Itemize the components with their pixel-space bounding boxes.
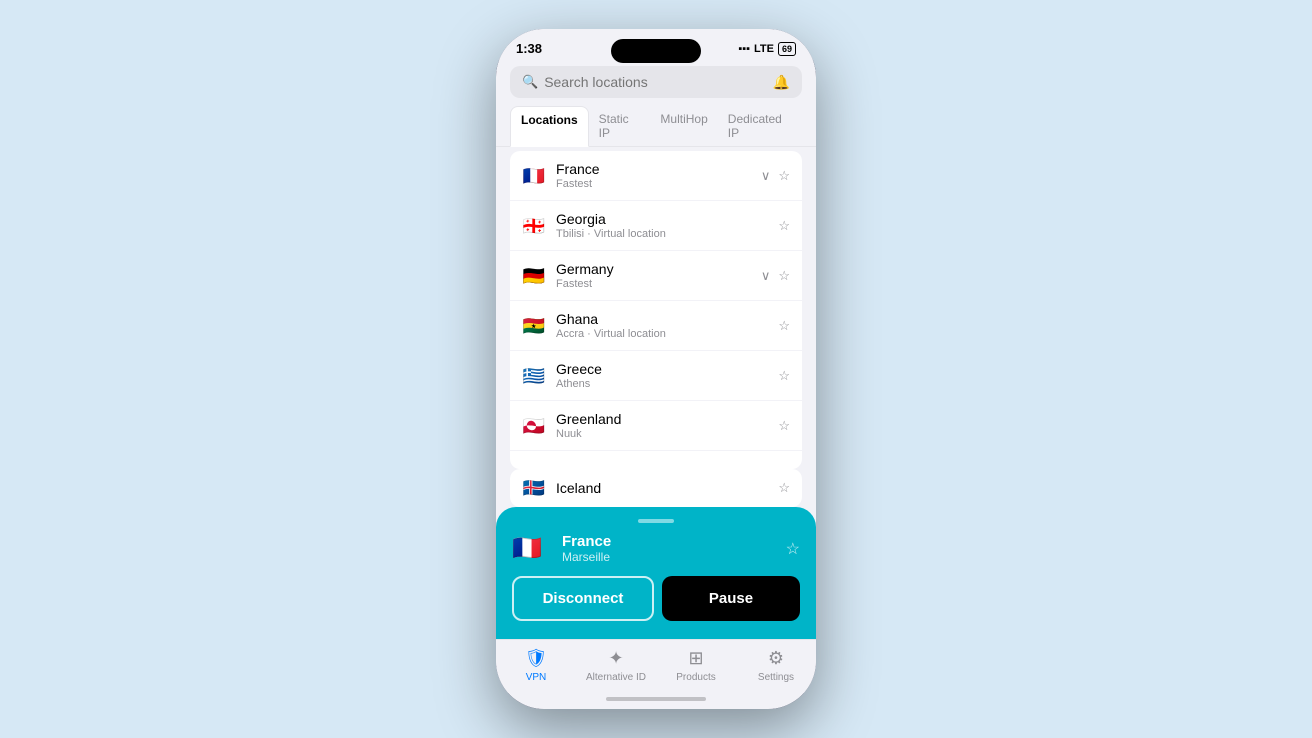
- card-star-icon[interactable]: ☆: [786, 539, 800, 559]
- location-name: Greece: [556, 361, 778, 377]
- vpn-label: VPN: [526, 672, 547, 683]
- list-item[interactable]: 🇬🇷 Greece Athens ☆: [510, 351, 802, 401]
- expand-icon[interactable]: ∨: [761, 268, 771, 284]
- flag-greece: 🇬🇷: [522, 367, 546, 385]
- products-icon: ⊞: [688, 648, 703, 669]
- location-name: Germany: [556, 261, 761, 277]
- star-icon[interactable]: ☆: [778, 318, 790, 334]
- location-actions: ∨ ☆: [761, 268, 790, 284]
- star-icon[interactable]: ☆: [778, 418, 790, 434]
- iceland-peek: 🇮🇸 Iceland ☆: [510, 469, 802, 507]
- flag-france: 🇫🇷: [522, 167, 546, 185]
- search-bar[interactable]: 🔍 🔔: [510, 66, 802, 98]
- location-name: Georgia: [556, 211, 778, 227]
- signal-icon: ▪▪▪: [738, 43, 750, 55]
- location-list: 🇫🇷 France Fastest ∨ ☆ 🇬🇪 Georgia Tbilisi…: [510, 151, 802, 469]
- list-item[interactable]: 🇬🇱 Greenland Nuuk ☆: [510, 401, 802, 451]
- alt-id-icon: ✦: [608, 648, 623, 669]
- tab-bar-item-settings[interactable]: ⚙ Settings: [736, 648, 816, 683]
- location-info-georgia: Georgia Tbilisi · Virtual location: [556, 211, 778, 240]
- location-info-iceland: Iceland: [556, 480, 778, 496]
- status-icons: ▪▪▪ LTE 69: [738, 42, 796, 56]
- phone-screen: 1:38 ▪▪▪ LTE 69 🔍 🔔 Locations Static IP …: [496, 29, 816, 709]
- location-info-greenland: Greenland Nuuk: [556, 411, 778, 440]
- star-icon[interactable]: ☆: [778, 368, 790, 384]
- location-sub: Tbilisi · Virtual location: [556, 228, 778, 240]
- lte-label: LTE: [754, 43, 774, 55]
- location-name: Ghana: [556, 311, 778, 327]
- star-icon[interactable]: ☆: [778, 480, 790, 496]
- card-flag: 🇫🇷: [512, 538, 542, 560]
- drag-handle[interactable]: [638, 519, 674, 523]
- location-info-france: France Fastest: [556, 161, 761, 190]
- tab-dedicated[interactable]: Dedicated IP: [718, 106, 802, 146]
- settings-label: Settings: [758, 672, 794, 683]
- location-actions: ☆: [778, 218, 790, 234]
- pause-button[interactable]: Pause: [662, 576, 800, 621]
- flag-germany: 🇩🇪: [522, 267, 546, 285]
- settings-icon: ⚙: [768, 648, 784, 669]
- flag-iceland: 🇮🇸: [522, 479, 546, 497]
- location-name: Greenland: [556, 411, 778, 427]
- location-name: France: [556, 161, 761, 177]
- location-actions: ∨ ☆: [761, 168, 790, 184]
- location-actions: ☆: [778, 318, 790, 334]
- bell-icon[interactable]: 🔔: [773, 74, 790, 91]
- vpn-icon: 🛡: [525, 648, 548, 669]
- disconnect-button[interactable]: Disconnect: [512, 576, 654, 621]
- location-sub: Accra · Virtual location: [556, 328, 778, 340]
- location-sub: Fastest: [556, 178, 761, 190]
- tab-bar-item-products[interactable]: ⊞ Products: [656, 648, 736, 683]
- location-info-greece: Greece Athens: [556, 361, 778, 390]
- tab-locations[interactable]: Locations: [510, 106, 589, 147]
- list-item[interactable]: 🇩🇪 Germany Fastest ∨ ☆: [510, 251, 802, 301]
- expand-icon[interactable]: ∨: [761, 168, 771, 184]
- flag-greenland: 🇬🇱: [522, 417, 546, 435]
- tab-multihop[interactable]: MultiHop: [650, 106, 717, 146]
- star-icon[interactable]: ☆: [778, 168, 790, 184]
- tab-bar-item-vpn[interactable]: 🛡 VPN: [496, 648, 576, 683]
- location-actions: ☆: [778, 418, 790, 434]
- tabs-bar: Locations Static IP MultiHop Dedicated I…: [496, 106, 816, 147]
- list-item[interactable]: 🇬🇭 Ghana Accra · Virtual location ☆: [510, 301, 802, 351]
- card-country: France: [562, 533, 786, 550]
- list-item[interactable]: 🇬🇪 Georgia Tbilisi · Virtual location ☆: [510, 201, 802, 251]
- location-sub: Athens: [556, 378, 778, 390]
- tab-bar: 🛡 VPN ✦ Alternative ID ⊞ Products ⚙ Sett…: [496, 639, 816, 693]
- location-info-germany: Germany Fastest: [556, 261, 761, 290]
- dynamic-island: [611, 39, 701, 63]
- card-buttons: Disconnect Pause: [512, 576, 800, 621]
- tab-static[interactable]: Static IP: [589, 106, 651, 146]
- status-time: 1:38: [516, 41, 542, 56]
- bottom-card: 🇫🇷 France Marseille ☆ Disconnect Pause: [496, 507, 816, 639]
- tab-bar-item-alt-id[interactable]: ✦ Alternative ID: [576, 648, 656, 683]
- location-sub: Fastest: [556, 278, 761, 290]
- card-location: 🇫🇷 France Marseille ☆: [512, 533, 800, 564]
- star-icon[interactable]: ☆: [778, 268, 790, 284]
- flag-georgia: 🇬🇪: [522, 217, 546, 235]
- star-icon[interactable]: ☆: [778, 218, 790, 234]
- card-city: Marseille: [562, 550, 786, 564]
- products-label: Products: [676, 672, 715, 683]
- alt-id-label: Alternative ID: [586, 672, 646, 683]
- card-location-info: France Marseille: [562, 533, 786, 564]
- location-actions: ☆: [778, 368, 790, 384]
- search-input[interactable]: [544, 74, 790, 90]
- flag-ghana: 🇬🇭: [522, 317, 546, 335]
- location-info-ghana: Ghana Accra · Virtual location: [556, 311, 778, 340]
- home-indicator: [606, 697, 706, 701]
- phone-frame: 1:38 ▪▪▪ LTE 69 🔍 🔔 Locations Static IP …: [496, 29, 816, 709]
- location-sub: Nuuk: [556, 428, 778, 440]
- location-name: Iceland: [556, 480, 778, 496]
- search-icon: 🔍: [522, 74, 538, 90]
- list-item[interactable]: 🇫🇷 France Fastest ∨ ☆: [510, 151, 802, 201]
- battery-icon: 69: [778, 42, 796, 56]
